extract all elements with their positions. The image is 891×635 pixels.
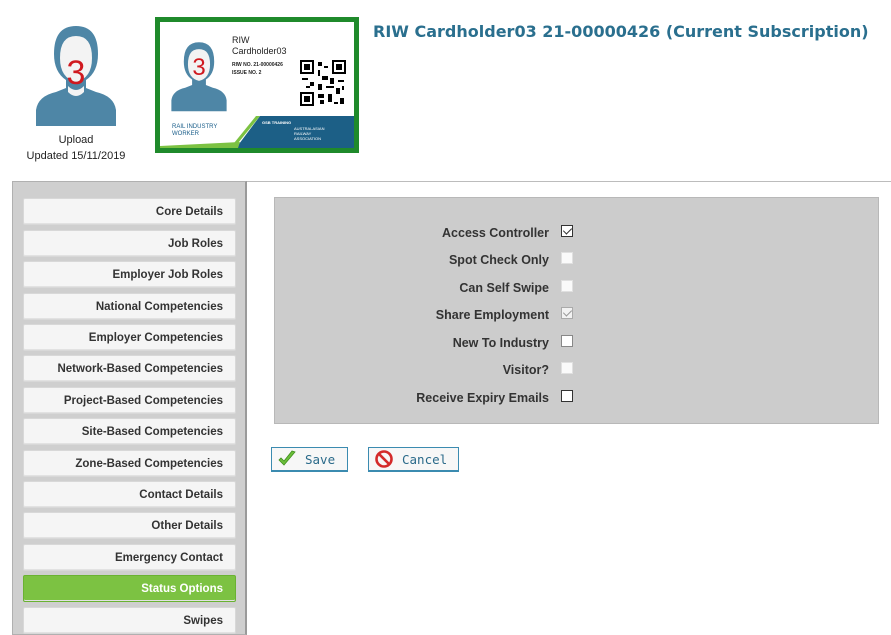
option-label: Spot Check Only (448, 253, 549, 267)
option-row-spot-check-only: Spot Check Only (275, 250, 880, 270)
cancel-button-label: Cancel (402, 451, 448, 467)
card-assoc-line3: ASSOCIATION (294, 136, 322, 141)
status-options-panel: Access Controller Spot Check Only Can Se… (274, 197, 879, 424)
card-name-line1: RIW (232, 35, 250, 45)
qr-code-icon (300, 60, 346, 106)
sidebar-item-site-based-competencies[interactable]: Site-Based Competencies (23, 418, 236, 445)
save-button-label: Save (305, 451, 336, 467)
header-divider (247, 181, 891, 182)
sidebar-item-employer-job-roles[interactable]: Employer Job Roles (23, 261, 236, 288)
sidebar-item-other-details[interactable]: Other Details (23, 512, 236, 539)
upload-link[interactable]: Upload (20, 134, 132, 146)
card-band-text: GSB TRAINING (262, 120, 292, 125)
sidebar-item-employer-competencies[interactable]: Employer Competencies (23, 324, 236, 351)
option-label: Visitor? (502, 363, 549, 377)
sidebar-item-job-roles[interactable]: Job Roles (23, 230, 236, 257)
avatar: 3 (34, 18, 118, 126)
option-row-visitor: Visitor? (275, 360, 880, 380)
option-row-receive-expiry-emails: Receive Expiry Emails (275, 388, 880, 408)
option-label: Can Self Swipe (459, 281, 549, 295)
no-entry-icon (375, 450, 393, 468)
profile-block: 3 Upload Updated 15/11/2019 (20, 18, 132, 162)
sidebar-item-core-details[interactable]: Core Details (23, 198, 236, 225)
updated-date: Updated 15/11/2019 (26, 150, 126, 162)
card-avatar-number: 3 (192, 54, 206, 81)
checkmark-icon (278, 450, 296, 466)
visitor-checkbox[interactable] (561, 362, 573, 374)
option-row-can-self-swipe: Can Self Swipe (275, 278, 880, 298)
option-row-new-to-industry: New To Industry (275, 333, 880, 353)
avatar-number: 3 (66, 54, 86, 92)
sidebar-item-status-options[interactable]: Status Options (23, 575, 236, 602)
sidebar-item-contact-details[interactable]: Contact Details (23, 481, 236, 508)
option-row-share-employment: Share Employment (275, 305, 880, 325)
card-riw-number: RIW NO. 21-00000426 (232, 62, 283, 68)
sidebar-item-network-based-competencies[interactable]: Network-Based Competencies (23, 355, 236, 382)
page-title: RIW Cardholder03 21-00000426 (Current Su… (373, 22, 869, 41)
option-row-access-controller: Access Controller (275, 223, 880, 243)
id-card: 3 RIW Cardholder03 RIW NO. 21-00000426 I… (155, 17, 359, 153)
receive-expiry-emails-checkbox[interactable] (561, 390, 573, 402)
card-band-graphic (160, 116, 354, 148)
option-label: New To Industry (452, 336, 549, 350)
can-self-swipe-checkbox[interactable] (561, 280, 573, 292)
sidebar-item-project-based-competencies[interactable]: Project-Based Competencies (23, 387, 236, 414)
new-to-industry-checkbox[interactable] (561, 335, 573, 347)
card-association: AUSTRALASIAN RAILWAY ASSOCIATION (294, 126, 324, 141)
save-button[interactable]: Save (271, 447, 348, 472)
access-controller-checkbox[interactable] (561, 225, 573, 237)
sidebar-item-emergency-contact[interactable]: Emergency Contact (23, 544, 236, 571)
sidebar-item-national-competencies[interactable]: National Competencies (23, 293, 236, 320)
sidebar-item-zone-based-competencies[interactable]: Zone-Based Competencies (23, 450, 236, 477)
sidebar: Core Details Job Roles Employer Job Role… (12, 181, 247, 635)
card-name-line2: Cardholder03 (232, 46, 287, 56)
option-label: Share Employment (435, 308, 549, 322)
share-employment-checkbox[interactable] (561, 307, 573, 319)
card-issue-number: ISSUE NO. 2 (232, 70, 262, 76)
sidebar-item-swipes[interactable]: Swipes (23, 607, 236, 634)
page: 3 Upload Updated 15/11/2019 3 RIW Cardho… (0, 0, 891, 635)
cancel-button[interactable]: Cancel (368, 447, 459, 472)
option-label: Receive Expiry Emails (416, 391, 549, 405)
option-label: Access Controller (442, 226, 549, 240)
spot-check-only-checkbox[interactable] (561, 252, 573, 264)
